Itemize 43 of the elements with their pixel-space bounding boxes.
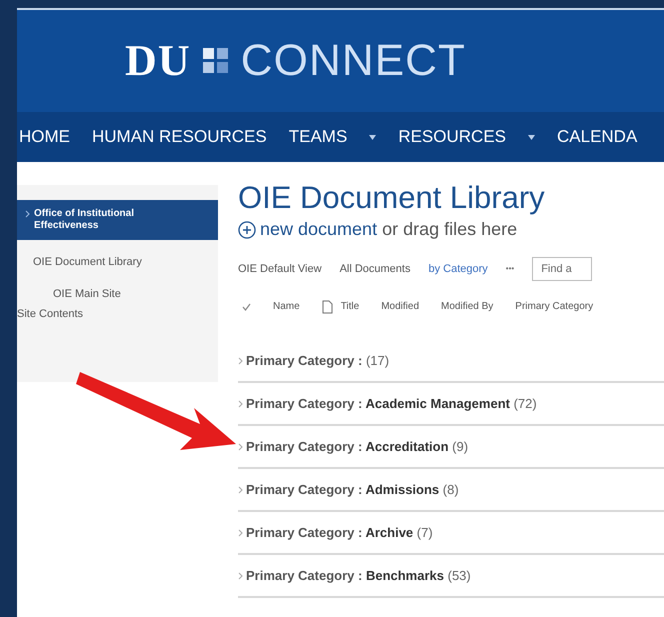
chevron-icon[interactable] [238, 528, 243, 536]
new-document-link[interactable]: new document [260, 219, 378, 239]
sidebar-item[interactable]: OIE Document Library [17, 252, 218, 272]
site-contents-link[interactable]: Site Contents [17, 306, 84, 322]
page-title: OIE Document Library [238, 180, 546, 216]
group-label[interactable]: Primary Category : Academic Management (72) [246, 394, 537, 414]
column-header[interactable]: Name [273, 299, 300, 314]
chevron-icon[interactable] [238, 572, 243, 580]
chevron-icon[interactable] [238, 356, 243, 364]
nav-link[interactable]: HOME [19, 124, 70, 150]
squares-icon [202, 48, 229, 74]
view-tab[interactable]: All Documents [340, 260, 410, 278]
nav-link[interactable]: HUMAN RESOURCES [92, 124, 267, 150]
caret-icon [528, 134, 535, 140]
more-button[interactable]: ••• [506, 263, 514, 275]
group-label[interactable]: Primary Category : Accreditation (9) [246, 436, 468, 456]
group-label[interactable]: Primary Category : (17) [246, 350, 390, 370]
nav-link[interactable]: TEAMS [288, 124, 348, 150]
sidebar-item[interactable]: Office of Institutional Effectiveness [17, 200, 218, 240]
nav-link[interactable]: RESOURCES [398, 124, 506, 150]
column-header[interactable]: Primary Category [515, 299, 594, 314]
column-header[interactable]: Modified By [441, 299, 494, 314]
check-icon[interactable] [242, 302, 251, 310]
logo-text[interactable]: CONNECT [240, 28, 466, 94]
upload-prompt: new document or drag files here [260, 218, 518, 241]
plus-circle-icon [238, 220, 256, 238]
chevron-icon[interactable] [238, 486, 243, 494]
logo-text[interactable]: DU [125, 28, 191, 94]
sidebar-item[interactable]: OIE Main Site [17, 284, 218, 304]
column-header[interactable]: Title [340, 299, 360, 314]
group-label[interactable]: Primary Category : Archive (7) [246, 522, 433, 542]
view-tab[interactable]: by Category [428, 260, 488, 278]
view-tab[interactable]: OIE Default View [238, 260, 322, 278]
document-icon [322, 300, 333, 314]
caret-icon [369, 134, 376, 140]
chevron-icon [25, 210, 30, 218]
chevron-icon[interactable] [238, 442, 243, 450]
group-label[interactable]: Primary Category : Benchmarks (53) [246, 566, 471, 586]
search-field[interactable]: Find a [532, 257, 592, 281]
nav-link[interactable]: CALENDA [557, 124, 638, 150]
chevron-icon[interactable] [238, 400, 243, 408]
column-header[interactable]: Modified [381, 299, 420, 314]
group-label[interactable]: Primary Category : Admissions (8) [246, 480, 459, 500]
